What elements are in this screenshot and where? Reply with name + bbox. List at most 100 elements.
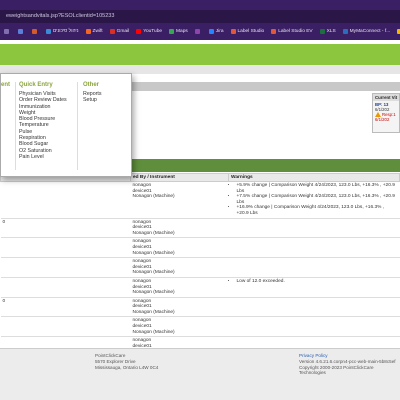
- cell-warnings: +5.9% change | Comparison Weight 4/24/20…: [228, 181, 400, 219]
- cell-left: [0, 181, 131, 219]
- cell-left: [0, 257, 131, 278]
- bookmark-label: Maps: [176, 29, 188, 34]
- recorded-by-line: Nonagon (Machine): [132, 309, 175, 315]
- cell-recorded-by: nonagondevice01Nonagon (Machine): [130, 257, 229, 278]
- recorded-by-line: Nonagon (Machine): [132, 270, 175, 276]
- recorded-by-line: Nonagon (Machine): [132, 230, 175, 236]
- bookmark-item[interactable]: [4, 29, 11, 34]
- footer: PointClickCare 5570 Explorer Drive Missi…: [0, 348, 400, 400]
- table-row: nonagondevice01Nonagon (Machine): [0, 257, 400, 278]
- bookmark-item[interactable]: Jira: [208, 29, 224, 34]
- current-vitals-panel: Current Vit BP: 13 6/1/202 Resp:1 6/1/20…: [372, 93, 400, 133]
- cell-recorded-by: nonagondevice01Nonagon (Machine): [130, 237, 229, 259]
- site-icon: [32, 29, 37, 34]
- bookmark-item[interactable]: ניהול סיכונים: [46, 29, 79, 34]
- bookmark-label: MyMaConnect - f...: [349, 29, 391, 34]
- bookmark-item[interactable]: Zwift: [85, 29, 103, 34]
- cell-recorded-by: nonagondevice01Nonagon (Machine): [130, 316, 229, 338]
- menu-item[interactable]: Order Review Dates: [19, 97, 67, 103]
- footer-copyright: Copyright 2000-2023 PointClickCare Techn…: [299, 364, 374, 376]
- bookmark-item[interactable]: Gmail: [109, 29, 130, 34]
- recorded-by-line: Nonagon (Machine): [132, 250, 175, 256]
- bookmark-item[interactable]: Maps: [169, 29, 188, 34]
- bookmarks-bar: ניהול סיכונים Zwift Gmail YouTube Maps Jira La…: [0, 23, 400, 40]
- bookmark-label: XLS: [326, 29, 336, 34]
- jira-icon: [208, 29, 214, 34]
- site-icon: [46, 29, 51, 34]
- zwift-icon: [85, 29, 91, 34]
- folder-icon: [4, 29, 9, 34]
- table-row: nonagondevice01Nonagon (Machine) Low of 1…: [0, 277, 400, 298]
- bookmark-item[interactable]: [18, 29, 25, 34]
- table-row: nonagondevice01Nonagon (Machine): [0, 316, 400, 338]
- footer-address2: Mississauga, Ontario L4W 0C4: [95, 364, 159, 370]
- menu-divider: [15, 82, 16, 170]
- menu-divider: [77, 82, 78, 170]
- recorded-by-line: Nonagon (Machine): [132, 194, 175, 200]
- bookmark-label: Zwift: [92, 29, 103, 34]
- bookmark-label: Label Studio: [237, 29, 265, 34]
- cell-left: [0, 277, 131, 298]
- warning-item: +16.9% change | Comparison Weight 4/24/2…: [237, 205, 398, 216]
- menu-item[interactable]: Pain Level: [19, 154, 67, 160]
- gmail-icon: [109, 29, 115, 34]
- bookmark-item[interactable]: XLS: [319, 29, 336, 34]
- cell-recorded-by: nonagondevice01Nonagon (Machine): [130, 181, 229, 219]
- current-vitals-header: Current Vit: [373, 94, 399, 101]
- quick-entry-menu: ent Quick Entry Physician Visits Order Re…: [0, 73, 132, 177]
- recorded-by-line: Nonagon (Machine): [132, 329, 175, 335]
- cell-left: 0: [0, 297, 131, 318]
- warning-item: Low of 12.0 exceeded.: [237, 279, 398, 285]
- bookmark-item[interactable]: MyMaConnect - f...: [342, 29, 391, 34]
- cell-recorded-by: nonagondevice01Nonagon (Machine): [130, 297, 229, 318]
- cell-left: [0, 316, 131, 338]
- warning-item: +7.5% change | Comparison Weight 4/24/20…: [237, 194, 398, 205]
- cell-warnings: [228, 316, 400, 338]
- col-header-by: ed By / Instrument: [130, 173, 229, 182]
- cell-warnings: [228, 257, 400, 278]
- cell-left: 0: [0, 218, 131, 239]
- site-icon: [18, 29, 23, 34]
- app-header-bar: [0, 44, 400, 65]
- cell-left: [0, 237, 131, 259]
- cell-recorded-by: nonagondevice01Nonagon (Machine): [130, 218, 229, 239]
- bookmark-label: Gmail: [116, 29, 130, 34]
- col-header-warnings: Warnings: [228, 173, 400, 182]
- footer-version: Version 4.6.21.6.corpn4-pcc-web-main-5b8…: [299, 358, 396, 364]
- site-icon: [342, 29, 348, 34]
- menu-item[interactable]: Setup: [83, 97, 102, 103]
- quick-entry-title: Quick Entry: [19, 82, 53, 88]
- bookmark-label: Label Studio EV: [278, 29, 313, 34]
- bookmark-item[interactable]: [32, 29, 39, 34]
- cell-warnings: [228, 237, 400, 259]
- vitals-table: ed By / Instrument Warnings nonagon devic…: [0, 173, 400, 358]
- label-studio-icon: [230, 29, 236, 34]
- table-row: 0 nonagon device01 Nonagon (Machine): [0, 297, 400, 318]
- label-studio-icon: [271, 29, 277, 34]
- resp-date: 6/1/202: [375, 117, 390, 122]
- maps-icon: [169, 29, 175, 34]
- youtube-icon: [136, 29, 142, 34]
- cell-warnings: Low of 12.0 exceeded.: [228, 277, 400, 298]
- table-row: nonagondevice01Nonagon (Machine): [0, 237, 400, 259]
- browser-tab-strip: [0, 0, 400, 10]
- site-icon: [194, 29, 200, 34]
- table-row: 0 nonagon device01 Nonagon (Machine): [0, 218, 400, 239]
- warning-item: +5.9% change | Comparison Weight 4/24/20…: [237, 183, 398, 194]
- bookmark-item[interactable]: [194, 29, 202, 34]
- cell-recorded-by: nonagondevice01Nonagon (Machine): [130, 277, 229, 298]
- other-title: Other: [83, 82, 100, 88]
- menu-col1-title: ent: [1, 82, 10, 88]
- bookmark-item[interactable]: YouTube: [136, 29, 162, 34]
- xls-icon: [319, 29, 325, 34]
- bookmark-item[interactable]: Label Studio: [230, 29, 265, 34]
- address-bar[interactable]: eweightsandvitals.jsp?ESOLclientid=10523…: [0, 10, 400, 23]
- cell-warnings: [228, 297, 400, 318]
- cell-warnings: [228, 218, 400, 239]
- bookmark-label: Jira: [215, 29, 224, 34]
- bookmark-item[interactable]: Label Studio EV: [271, 29, 313, 34]
- bookmark-label: YouTube: [143, 29, 163, 34]
- recorded-by-line: Nonagon (Machine): [132, 290, 175, 296]
- table-row: nonagondevice01Nonagon (Machine) +5.9% ch…: [0, 181, 400, 219]
- bookmark-label: ניהול סיכונים: [53, 29, 79, 34]
